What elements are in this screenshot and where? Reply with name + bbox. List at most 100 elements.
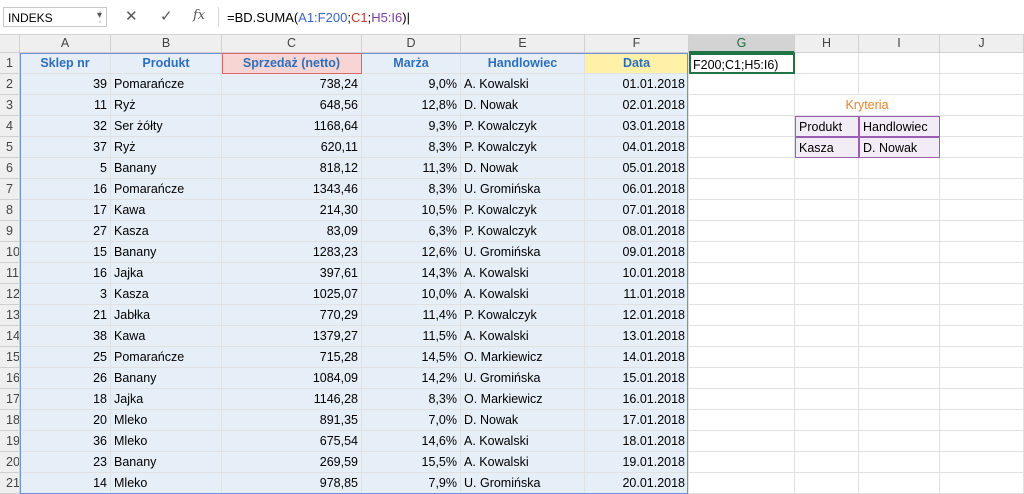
grid-cell[interactable] [689,326,795,347]
grid-cell[interactable] [940,431,1024,452]
table-cell[interactable]: 10.01.2018 [585,263,689,284]
grid-cell[interactable] [859,410,940,431]
table-cell[interactable]: 32 [20,116,111,137]
grid-cell[interactable] [940,347,1024,368]
grid-cell[interactable] [859,452,940,473]
table-cell[interactable]: 10,5% [362,200,461,221]
grid-cell[interactable] [940,368,1024,389]
grid-cell[interactable] [689,389,795,410]
row-header[interactable]: 17 [0,389,20,410]
grid-cell[interactable] [689,116,795,137]
row-header[interactable]: 6 [0,158,20,179]
grid-cell[interactable] [859,305,940,326]
table-cell[interactable]: 15.01.2018 [585,368,689,389]
grid-cell[interactable] [795,263,859,284]
table-cell[interactable]: A. Kowalski [461,284,585,305]
table-cell[interactable]: 18 [20,389,111,410]
table-cell[interactable]: Banany [111,242,222,263]
table-cell[interactable]: 36 [20,431,111,452]
table-cell[interactable]: 1084,09 [222,368,362,389]
table-cell[interactable]: 3 [20,284,111,305]
table-cell[interactable]: Ser żółty [111,116,222,137]
table-cell[interactable]: 26 [20,368,111,389]
table-cell[interactable]: O. Markiewicz [461,347,585,368]
table-cell[interactable]: 1343,46 [222,179,362,200]
table-cell[interactable]: 06.01.2018 [585,179,689,200]
column-header-d[interactable]: D [362,35,461,53]
grid-cell[interactable] [689,95,795,116]
table-cell[interactable]: Banany [111,368,222,389]
row-header[interactable]: 4 [0,116,20,137]
table-cell[interactable]: 07.01.2018 [585,200,689,221]
header-cell-e[interactable]: Handlowiec [461,53,585,74]
column-header-e[interactable]: E [461,35,585,53]
grid-cell[interactable] [940,284,1024,305]
table-cell[interactable]: 17 [20,200,111,221]
grid-cell[interactable] [795,431,859,452]
table-cell[interactable]: 12.01.2018 [585,305,689,326]
table-cell[interactable]: 23 [20,452,111,473]
row-header[interactable]: 3 [0,95,20,116]
criteria-cell[interactable]: Handlowiec [859,116,940,137]
table-cell[interactable]: 27 [20,221,111,242]
grid-cell[interactable] [795,53,859,74]
table-cell[interactable]: 14,6% [362,431,461,452]
grid-cell[interactable] [795,326,859,347]
grid-cell[interactable] [859,179,940,200]
grid-cell[interactable] [795,347,859,368]
row-header[interactable]: 8 [0,200,20,221]
grid-cell[interactable] [795,74,859,95]
table-cell[interactable]: 675,54 [222,431,362,452]
more-options-icon[interactable]: · · · [98,5,102,27]
grid-cell[interactable] [689,137,795,158]
table-cell[interactable]: 02.01.2018 [585,95,689,116]
grid-cell[interactable] [859,473,940,494]
table-cell[interactable]: A. Kowalski [461,452,585,473]
grid-cell[interactable] [859,74,940,95]
grid-cell[interactable] [689,263,795,284]
select-all-corner[interactable] [0,35,20,53]
grid-cell[interactable] [940,242,1024,263]
table-cell[interactable]: 1146,28 [222,389,362,410]
table-cell[interactable]: 12,6% [362,242,461,263]
grid-cell[interactable] [859,53,940,74]
column-header-f[interactable]: F [585,35,689,53]
table-cell[interactable]: Mleko [111,410,222,431]
grid-cell[interactable] [689,158,795,179]
table-cell[interactable]: Kasza [111,221,222,242]
table-cell[interactable]: Pomarańcze [111,179,222,200]
table-cell[interactable]: 38 [20,326,111,347]
table-cell[interactable]: 5 [20,158,111,179]
grid-cell[interactable] [940,137,1024,158]
table-cell[interactable]: O. Markiewicz [461,389,585,410]
table-cell[interactable]: 01.01.2018 [585,74,689,95]
table-cell[interactable]: 7,0% [362,410,461,431]
table-cell[interactable]: A. Kowalski [461,263,585,284]
row-header[interactable]: 15 [0,347,20,368]
table-cell[interactable]: P. Kowalczyk [461,305,585,326]
row-header[interactable]: 2 [0,74,20,95]
grid-cell[interactable] [940,221,1024,242]
column-header-g[interactable]: G [689,35,795,53]
table-cell[interactable]: 978,85 [222,473,362,494]
grid-cell[interactable] [859,263,940,284]
row-header[interactable]: 12 [0,284,20,305]
grid-cell[interactable] [859,347,940,368]
row-header[interactable]: 16 [0,368,20,389]
grid-cell[interactable] [940,158,1024,179]
column-header-j[interactable]: J [940,35,1024,53]
table-cell[interactable]: 20 [20,410,111,431]
row-header[interactable]: 11 [0,263,20,284]
grid-cell[interactable] [940,179,1024,200]
table-cell[interactable]: A. Kowalski [461,431,585,452]
grid-cell[interactable] [795,410,859,431]
grid-cell[interactable] [795,158,859,179]
table-cell[interactable]: 9,3% [362,116,461,137]
table-cell[interactable]: P. Kowalczyk [461,137,585,158]
insert-function-icon[interactable]: fx [193,8,205,23]
table-cell[interactable]: 14,3% [362,263,461,284]
table-cell[interactable]: Ryż [111,137,222,158]
criteria-cell[interactable]: Produkt [795,116,859,137]
table-cell[interactable]: 15 [20,242,111,263]
row-header[interactable]: 19 [0,431,20,452]
